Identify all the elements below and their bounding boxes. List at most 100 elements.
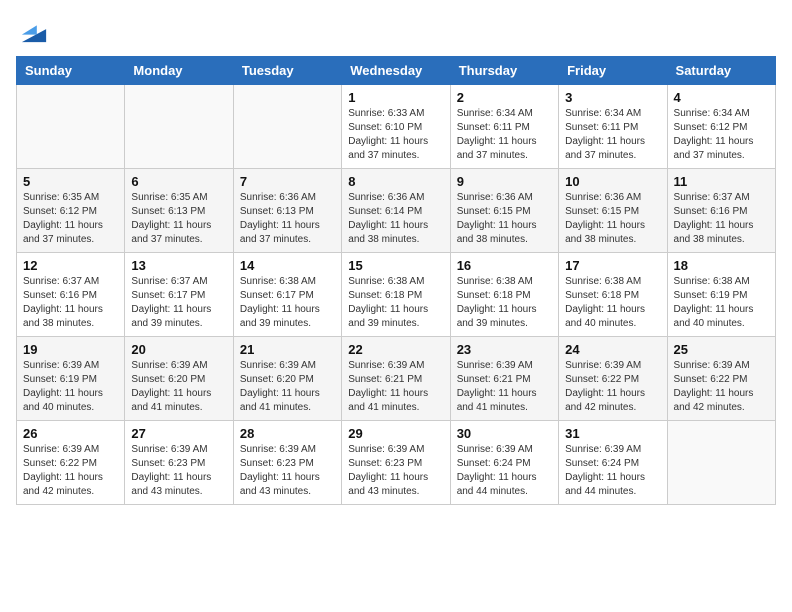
day-info: Sunrise: 6:39 AMSunset: 6:24 PMDaylight:… xyxy=(457,443,552,499)
calendar-cell: 16Sunrise: 6:38 AMSunset: 6:18 PMDayligh… xyxy=(450,253,558,337)
calendar-cell: 1 Sunrise: 6:33 AMSunset: 6:10 PMDaylight… xyxy=(342,85,450,169)
weekday-header-tuesday: Tuesday xyxy=(233,57,341,85)
day-number: 31 xyxy=(565,426,660,441)
day-info: Sunrise: 6:39 AMSunset: 6:20 PMDaylight:… xyxy=(131,359,226,415)
day-number: 4 xyxy=(674,90,769,105)
day-info: Sunrise: 6:34 AMSunset: 6:11 PMDaylight:… xyxy=(565,107,660,163)
day-number: 19 xyxy=(23,342,118,357)
calendar-cell: 17Sunrise: 6:38 AMSunset: 6:18 PMDayligh… xyxy=(559,253,667,337)
day-info: Sunrise: 6:39 AMSunset: 6:21 PMDaylight:… xyxy=(348,359,443,415)
calendar-week-row: 26 Sunrise: 6:39 AMSunset: 6:22 PMDayligh… xyxy=(17,421,776,505)
calendar-body: 1 Sunrise: 6:33 AMSunset: 6:10 PMDaylight… xyxy=(17,85,776,505)
day-info: Sunrise: 6:39 AMSunset: 6:22 PMDaylight:… xyxy=(674,359,769,415)
day-number: 8 xyxy=(348,174,443,189)
logo-icon xyxy=(20,16,48,44)
calendar-week-row: 5 Sunrise: 6:35 AMSunset: 6:12 PMDaylight… xyxy=(17,169,776,253)
day-info: Sunrise: 6:39 AMSunset: 6:23 PMDaylight:… xyxy=(240,443,335,499)
day-info: Sunrise: 6:38 AMSunset: 6:19 PMDaylight:… xyxy=(674,275,769,331)
page-header xyxy=(16,16,776,44)
calendar-week-row: 19 Sunrise: 6:39 AMSunset: 6:19 PMDayligh… xyxy=(17,337,776,421)
day-info: Sunrise: 6:38 AMSunset: 6:18 PMDaylight:… xyxy=(348,275,443,331)
day-info: Sunrise: 6:38 AMSunset: 6:18 PMDaylight:… xyxy=(565,275,660,331)
day-number: 27 xyxy=(131,426,226,441)
calendar-cell: 18 Sunrise: 6:38 AMSunset: 6:19 PMDayligh… xyxy=(667,253,775,337)
calendar-cell: 15 Sunrise: 6:38 AMSunset: 6:18 PMDayligh… xyxy=(342,253,450,337)
day-info: Sunrise: 6:36 AMSunset: 6:13 PMDaylight:… xyxy=(240,191,335,247)
day-number: 12 xyxy=(23,258,118,273)
calendar-cell: 21 Sunrise: 6:39 AMSunset: 6:20 PMDayligh… xyxy=(233,337,341,421)
day-info: Sunrise: 6:39 AMSunset: 6:19 PMDaylight:… xyxy=(23,359,118,415)
day-number: 9 xyxy=(457,174,552,189)
day-number: 5 xyxy=(23,174,118,189)
calendar-cell: 12Sunrise: 6:37 AMSunset: 6:16 PMDayligh… xyxy=(17,253,125,337)
day-number: 21 xyxy=(240,342,335,357)
calendar-cell: 25 Sunrise: 6:39 AMSunset: 6:22 PMDayligh… xyxy=(667,337,775,421)
calendar-cell xyxy=(125,85,233,169)
calendar-cell: 29 Sunrise: 6:39 AMSunset: 6:23 PMDayligh… xyxy=(342,421,450,505)
day-info: Sunrise: 6:39 AMSunset: 6:20 PMDaylight:… xyxy=(240,359,335,415)
day-number: 22 xyxy=(348,342,443,357)
calendar-cell: 31 Sunrise: 6:39 AMSunset: 6:24 PMDayligh… xyxy=(559,421,667,505)
weekday-header-saturday: Saturday xyxy=(667,57,775,85)
calendar-table: SundayMondayTuesdayWednesdayThursdayFrid… xyxy=(16,56,776,505)
weekday-header-monday: Monday xyxy=(125,57,233,85)
day-number: 25 xyxy=(674,342,769,357)
day-number: 30 xyxy=(457,426,552,441)
day-info: Sunrise: 6:38 AMSunset: 6:17 PMDaylight:… xyxy=(240,275,335,331)
calendar-cell: 2 Sunrise: 6:34 AMSunset: 6:11 PMDaylight… xyxy=(450,85,558,169)
day-info: Sunrise: 6:36 AMSunset: 6:14 PMDaylight:… xyxy=(348,191,443,247)
day-number: 29 xyxy=(348,426,443,441)
calendar-cell: 30 Sunrise: 6:39 AMSunset: 6:24 PMDayligh… xyxy=(450,421,558,505)
day-info: Sunrise: 6:39 AMSunset: 6:23 PMDaylight:… xyxy=(348,443,443,499)
day-info: Sunrise: 6:34 AMSunset: 6:11 PMDaylight:… xyxy=(457,107,552,163)
day-info: Sunrise: 6:37 AMSunset: 6:16 PMDaylight:… xyxy=(674,191,769,247)
calendar-cell: 8 Sunrise: 6:36 AMSunset: 6:14 PMDaylight… xyxy=(342,169,450,253)
day-number: 10 xyxy=(565,174,660,189)
day-number: 18 xyxy=(674,258,769,273)
day-info: Sunrise: 6:35 AMSunset: 6:13 PMDaylight:… xyxy=(131,191,226,247)
calendar-cell: 11 Sunrise: 6:37 AMSunset: 6:16 PMDayligh… xyxy=(667,169,775,253)
day-number: 7 xyxy=(240,174,335,189)
calendar-cell xyxy=(233,85,341,169)
day-number: 13 xyxy=(131,258,226,273)
day-number: 3 xyxy=(565,90,660,105)
calendar-week-row: 1 Sunrise: 6:33 AMSunset: 6:10 PMDaylight… xyxy=(17,85,776,169)
calendar-cell xyxy=(667,421,775,505)
weekday-header-row: SundayMondayTuesdayWednesdayThursdayFrid… xyxy=(17,57,776,85)
day-number: 15 xyxy=(348,258,443,273)
weekday-header-thursday: Thursday xyxy=(450,57,558,85)
day-info: Sunrise: 6:39 AMSunset: 6:22 PMDaylight:… xyxy=(23,443,118,499)
day-info: Sunrise: 6:34 AMSunset: 6:12 PMDaylight:… xyxy=(674,107,769,163)
calendar-cell: 27 Sunrise: 6:39 AMSunset: 6:23 PMDayligh… xyxy=(125,421,233,505)
calendar-cell: 7 Sunrise: 6:36 AMSunset: 6:13 PMDaylight… xyxy=(233,169,341,253)
calendar-cell: 26 Sunrise: 6:39 AMSunset: 6:22 PMDayligh… xyxy=(17,421,125,505)
day-info: Sunrise: 6:33 AMSunset: 6:10 PMDaylight:… xyxy=(348,107,443,163)
logo xyxy=(16,16,48,44)
day-number: 23 xyxy=(457,342,552,357)
calendar-cell xyxy=(17,85,125,169)
day-number: 1 xyxy=(348,90,443,105)
weekday-header-wednesday: Wednesday xyxy=(342,57,450,85)
calendar-cell: 14 Sunrise: 6:38 AMSunset: 6:17 PMDayligh… xyxy=(233,253,341,337)
day-info: Sunrise: 6:39 AMSunset: 6:24 PMDaylight:… xyxy=(565,443,660,499)
weekday-header-sunday: Sunday xyxy=(17,57,125,85)
day-number: 11 xyxy=(674,174,769,189)
calendar-cell: 5 Sunrise: 6:35 AMSunset: 6:12 PMDaylight… xyxy=(17,169,125,253)
day-number: 14 xyxy=(240,258,335,273)
day-number: 28 xyxy=(240,426,335,441)
day-number: 26 xyxy=(23,426,118,441)
day-number: 24 xyxy=(565,342,660,357)
day-number: 6 xyxy=(131,174,226,189)
calendar-cell: 6 Sunrise: 6:35 AMSunset: 6:13 PMDaylight… xyxy=(125,169,233,253)
day-info: Sunrise: 6:39 AMSunset: 6:23 PMDaylight:… xyxy=(131,443,226,499)
calendar-cell: 28 Sunrise: 6:39 AMSunset: 6:23 PMDayligh… xyxy=(233,421,341,505)
calendar-cell: 13Sunrise: 6:37 AMSunset: 6:17 PMDayligh… xyxy=(125,253,233,337)
calendar-cell: 3 Sunrise: 6:34 AMSunset: 6:11 PMDaylight… xyxy=(559,85,667,169)
calendar-week-row: 12Sunrise: 6:37 AMSunset: 6:16 PMDayligh… xyxy=(17,253,776,337)
day-info: Sunrise: 6:39 AMSunset: 6:22 PMDaylight:… xyxy=(565,359,660,415)
calendar-cell: 9Sunrise: 6:36 AMSunset: 6:15 PMDaylight… xyxy=(450,169,558,253)
day-number: 2 xyxy=(457,90,552,105)
day-number: 20 xyxy=(131,342,226,357)
day-info: Sunrise: 6:35 AMSunset: 6:12 PMDaylight:… xyxy=(23,191,118,247)
day-info: Sunrise: 6:36 AMSunset: 6:15 PMDaylight:… xyxy=(565,191,660,247)
